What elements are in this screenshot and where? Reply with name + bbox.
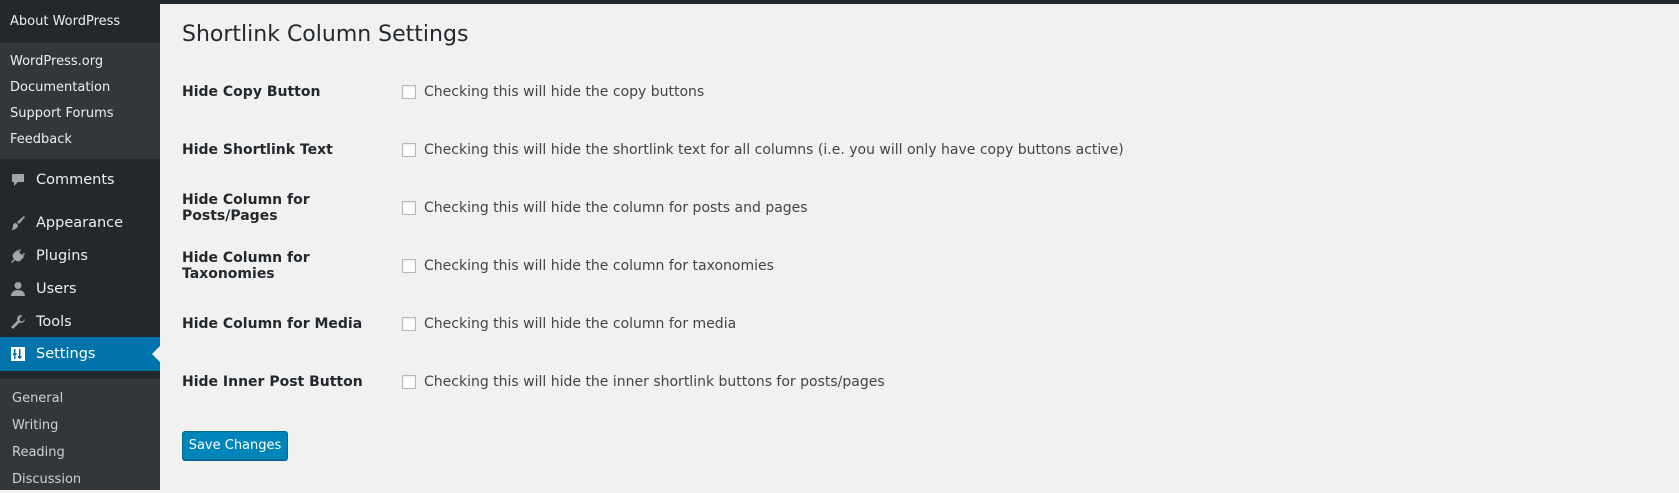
settings-general-link[interactable]: General <box>0 385 160 412</box>
sidebar-item-label: Plugins <box>36 248 88 264</box>
setting-row-hide-column-media: Hide Column for Media Checking this will… <box>182 312 1582 336</box>
setting-row-hide-column-posts-pages: Hide Column for Posts/Pages Checking thi… <box>182 192 1582 224</box>
sidebar-item-label: Users <box>36 281 77 297</box>
hide-column-taxonomies-checkbox[interactable] <box>402 259 416 273</box>
setting-label: Hide Column for Taxonomies <box>182 250 310 282</box>
hide-copy-button-checkbox[interactable] <box>402 85 416 99</box>
setting-row-hide-column-taxonomies: Hide Column for Taxonomies Checking this… <box>182 250 1582 282</box>
page-title: Shortlink Column Settings <box>182 22 469 47</box>
documentation-link[interactable]: Documentation <box>0 75 160 101</box>
hide-inner-post-button-checkbox[interactable] <box>402 375 416 389</box>
support-forums-link[interactable]: Support Forums <box>0 101 160 127</box>
admin-sidebar: About WordPress WordPress.org Documentat… <box>0 0 160 490</box>
sidebar-item-label: Tools <box>36 314 72 330</box>
settings-submenu: General Writing Reading Discussion <box>0 379 160 490</box>
plugin-icon <box>8 246 28 266</box>
sidebar-item-label: Settings <box>36 346 96 362</box>
paintbrush-icon <box>8 213 28 233</box>
wordpress-org-link[interactable]: WordPress.org <box>0 49 160 75</box>
hide-shortlink-text-checkbox[interactable] <box>402 143 416 157</box>
settings-content: Shortlink Column Settings Hide Copy Butt… <box>182 0 1662 490</box>
setting-description: Checking this will hide the inner shortl… <box>424 374 885 390</box>
setting-row-hide-inner-post-button: Hide Inner Post Button Checking this wil… <box>182 370 1582 394</box>
sidebar-item-users[interactable]: Users <box>0 272 160 306</box>
setting-label: Hide Copy Button <box>182 84 321 100</box>
setting-label: Hide Inner Post Button <box>182 374 363 390</box>
feedback-link[interactable]: Feedback <box>0 127 160 153</box>
settings-discussion-link[interactable]: Discussion <box>0 466 160 493</box>
current-menu-arrow <box>152 346 160 362</box>
setting-description: Checking this will hide the shortlink te… <box>424 142 1124 158</box>
hide-column-media-checkbox[interactable] <box>402 317 416 331</box>
user-icon <box>8 279 28 299</box>
setting-label: Hide Column for Media <box>182 316 363 332</box>
setting-description: Checking this will hide the column for m… <box>424 316 737 332</box>
setting-row-hide-copy-button: Hide Copy Button Checking this will hide… <box>182 80 1582 104</box>
comment-icon <box>8 170 28 190</box>
settings-writing-link[interactable]: Writing <box>0 412 160 439</box>
sidebar-item-tools[interactable]: Tools <box>0 305 160 339</box>
sidebar-item-label: Appearance <box>36 215 124 231</box>
sidebar-item-comments[interactable]: Comments <box>0 163 160 197</box>
about-wordpress-link[interactable]: About WordPress <box>0 0 160 43</box>
sidebar-item-plugins[interactable]: Plugins <box>0 239 160 273</box>
setting-description: Checking this will hide the column for p… <box>424 200 808 216</box>
setting-row-hide-shortlink-text: Hide Shortlink Text Checking this will h… <box>182 138 1582 162</box>
setting-description: Checking this will hide the copy buttons <box>424 84 705 100</box>
settings-icon <box>8 344 28 364</box>
setting-label: Hide Column for Posts/Pages <box>182 192 310 224</box>
sidebar-item-appearance[interactable]: Appearance <box>0 206 160 240</box>
hide-column-posts-pages-checkbox[interactable] <box>402 201 416 215</box>
save-changes-button[interactable]: Save Changes <box>182 431 288 460</box>
setting-description: Checking this will hide the column for t… <box>424 258 774 274</box>
setting-label: Hide Shortlink Text <box>182 142 333 158</box>
sidebar-item-label: Comments <box>36 172 115 188</box>
wordpress-submenu: WordPress.org Documentation Support Foru… <box>0 43 160 159</box>
settings-reading-link[interactable]: Reading <box>0 439 160 466</box>
wrench-icon <box>8 312 28 332</box>
sidebar-item-settings[interactable]: Settings <box>0 337 160 371</box>
